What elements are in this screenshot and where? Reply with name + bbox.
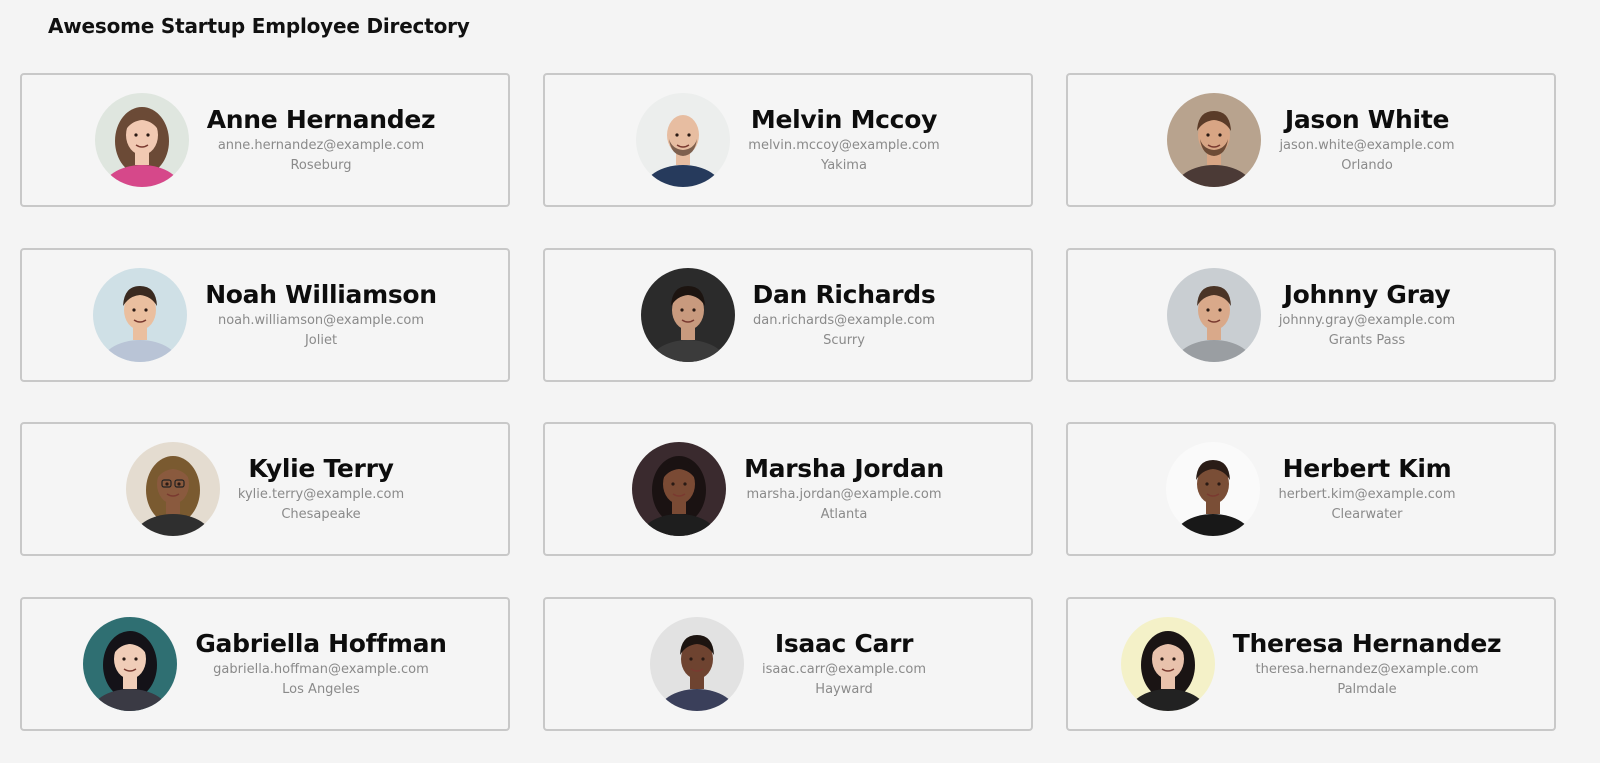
employee-city: Clearwater bbox=[1331, 507, 1403, 522]
employee-card[interactable]: Theresa Hernandez theresa.hernandez@examp… bbox=[1066, 597, 1556, 731]
employee-card[interactable]: Dan Richards dan.richards@example.com Scur… bbox=[543, 248, 1033, 382]
employee-email: dan.richards@example.com bbox=[753, 313, 935, 328]
employee-name: Gabriella Hoffman bbox=[195, 629, 447, 658]
employee-city: Joliet bbox=[304, 333, 338, 348]
bearded-man-photo bbox=[1167, 93, 1262, 187]
employee-info: Kylie Terry kylie.terry@example.com Chesap… bbox=[238, 454, 404, 524]
employee-city: Orlando bbox=[1341, 158, 1393, 173]
card-content: Kylie Terry kylie.terry@example.com Chesap… bbox=[22, 424, 508, 554]
woman-teal-background-photo bbox=[83, 617, 178, 711]
employee-card[interactable]: Marsha Jordan marsha.jordan@example.com At… bbox=[543, 422, 1033, 556]
avatar-image bbox=[94, 93, 189, 187]
woman-curly-hair-photo bbox=[632, 442, 727, 536]
card-content: Jason White jason.white@example.com Orland… bbox=[1068, 75, 1554, 205]
employee-name: Kylie Terry bbox=[248, 454, 394, 483]
employee-email: anne.hernandez@example.com bbox=[217, 138, 425, 153]
card-content: Dan Richards dan.richards@example.com Scur… bbox=[545, 250, 1031, 380]
employee-name: Marsha Jordan bbox=[744, 454, 944, 483]
employee-city: Chesapeake bbox=[281, 507, 361, 522]
employee-info: Marsha Jordan marsha.jordan@example.com At… bbox=[744, 454, 944, 524]
employee-email: gabriella.hoffman@example.com bbox=[213, 662, 429, 677]
employee-city: Yakima bbox=[821, 158, 867, 173]
employee-name: Noah Williamson bbox=[205, 280, 437, 309]
employee-name: Jason White bbox=[1284, 105, 1450, 134]
employee-city: Grants Pass bbox=[1328, 333, 1406, 348]
employee-name: Herbert Kim bbox=[1282, 454, 1452, 483]
avatar-image bbox=[1120, 617, 1215, 711]
employee-city: Scurry bbox=[823, 333, 865, 348]
employee-city: Hayward bbox=[815, 682, 873, 697]
card-content: Noah Williamson noah.williamson@example.c… bbox=[22, 250, 508, 380]
avatar-image bbox=[1166, 442, 1261, 536]
employee-card[interactable]: Anne Hernandez anne.hernandez@example.com… bbox=[20, 73, 510, 207]
employee-grid: Anne Hernandez anne.hernandez@example.com… bbox=[0, 0, 1600, 763]
employee-card[interactable]: Kylie Terry kylie.terry@example.com Chesap… bbox=[20, 422, 510, 556]
employee-email: theresa.hernandez@example.com bbox=[1255, 662, 1479, 677]
card-content: Johnny Gray johnny.gray@example.com Grants… bbox=[1068, 250, 1554, 380]
avatar-image bbox=[636, 93, 731, 187]
card-content: Theresa Hernandez theresa.hernandez@examp… bbox=[1068, 599, 1554, 729]
employee-city: Los Angeles bbox=[282, 682, 360, 697]
employee-email: kylie.terry@example.com bbox=[237, 487, 405, 502]
man-dark-background-photo bbox=[640, 268, 735, 362]
woman-pink-jacket-photo bbox=[94, 93, 189, 187]
woman-long-hair-photo bbox=[1120, 617, 1215, 711]
bald-man-navy-hoodie-photo bbox=[636, 93, 731, 187]
card-content: Marsha Jordan marsha.jordan@example.com At… bbox=[545, 424, 1031, 554]
card-content: Isaac Carr isaac.carr@example.com Hayward bbox=[545, 599, 1031, 729]
employee-info: Noah Williamson noah.williamson@example.c… bbox=[205, 280, 437, 350]
employee-card[interactable]: Herbert Kim herbert.kim@example.com Clearw… bbox=[1066, 422, 1556, 556]
employee-name: Melvin Mccoy bbox=[750, 105, 938, 134]
avatar-image bbox=[649, 617, 744, 711]
avatar-image bbox=[1166, 268, 1261, 362]
card-content: Gabriella Hoffman gabriella.hoffman@examp… bbox=[22, 599, 508, 729]
man-suit-tie-photo bbox=[649, 617, 744, 711]
employee-name: Theresa Hernandez bbox=[1232, 629, 1502, 658]
employee-email: noah.williamson@example.com bbox=[217, 313, 425, 328]
avatar-image bbox=[632, 442, 727, 536]
employee-city: Palmdale bbox=[1337, 682, 1397, 697]
employee-email: herbert.kim@example.com bbox=[1278, 487, 1456, 502]
employee-info: Johnny Gray johnny.gray@example.com Grants… bbox=[1279, 280, 1455, 350]
employee-card[interactable]: Melvin Mccoy melvin.mccoy@example.com Yaki… bbox=[543, 73, 1033, 207]
employee-info: Dan Richards dan.richards@example.com Scur… bbox=[753, 280, 936, 350]
employee-city: Roseburg bbox=[290, 158, 352, 173]
card-content: Melvin Mccoy melvin.mccoy@example.com Yaki… bbox=[545, 75, 1031, 205]
employee-info: Gabriella Hoffman gabriella.hoffman@examp… bbox=[195, 629, 447, 699]
employee-name: Isaac Carr bbox=[774, 629, 914, 658]
employee-email: johnny.gray@example.com bbox=[1278, 313, 1456, 328]
employee-name: Johnny Gray bbox=[1283, 280, 1451, 309]
man-grey-sweater-photo bbox=[1166, 268, 1261, 362]
employee-info: Theresa Hernandez theresa.hernandez@examp… bbox=[1233, 629, 1502, 699]
employee-email: jason.white@example.com bbox=[1279, 138, 1455, 153]
avatar-image bbox=[83, 617, 178, 711]
employee-info: Isaac Carr isaac.carr@example.com Hayward bbox=[762, 629, 926, 699]
avatar-image bbox=[640, 268, 735, 362]
employee-info: Herbert Kim herbert.kim@example.com Clearw… bbox=[1278, 454, 1455, 524]
employee-info: Melvin Mccoy melvin.mccoy@example.com Yaki… bbox=[748, 105, 939, 175]
card-content: Anne Hernandez anne.hernandez@example.com… bbox=[22, 75, 508, 205]
employee-card[interactable]: Jason White jason.white@example.com Orland… bbox=[1066, 73, 1556, 207]
smiling-man-shirt-photo bbox=[93, 268, 188, 362]
employee-name: Dan Richards bbox=[752, 280, 936, 309]
employee-info: Anne Hernandez anne.hernandez@example.com… bbox=[206, 105, 436, 175]
avatar-image bbox=[93, 268, 188, 362]
employee-email: isaac.carr@example.com bbox=[761, 662, 927, 677]
card-content: Herbert Kim herbert.kim@example.com Clearw… bbox=[1068, 424, 1554, 554]
avatar-image bbox=[125, 442, 220, 536]
employee-card[interactable]: Johnny Gray johnny.gray@example.com Grants… bbox=[1066, 248, 1556, 382]
employee-email: marsha.jordan@example.com bbox=[746, 487, 942, 502]
woman-glasses-photo bbox=[125, 442, 220, 536]
employee-card[interactable]: Gabriella Hoffman gabriella.hoffman@examp… bbox=[20, 597, 510, 731]
employee-card[interactable]: Isaac Carr isaac.carr@example.com Hayward bbox=[543, 597, 1033, 731]
smiling-man-white-background-photo bbox=[1166, 442, 1261, 536]
employee-email: melvin.mccoy@example.com bbox=[748, 138, 940, 153]
avatar-image bbox=[1167, 93, 1262, 187]
employee-info: Jason White jason.white@example.com Orland… bbox=[1279, 105, 1454, 175]
employee-card[interactable]: Noah Williamson noah.williamson@example.c… bbox=[20, 248, 510, 382]
employee-name: Anne Hernandez bbox=[206, 105, 436, 134]
employee-city: Atlanta bbox=[820, 507, 868, 522]
